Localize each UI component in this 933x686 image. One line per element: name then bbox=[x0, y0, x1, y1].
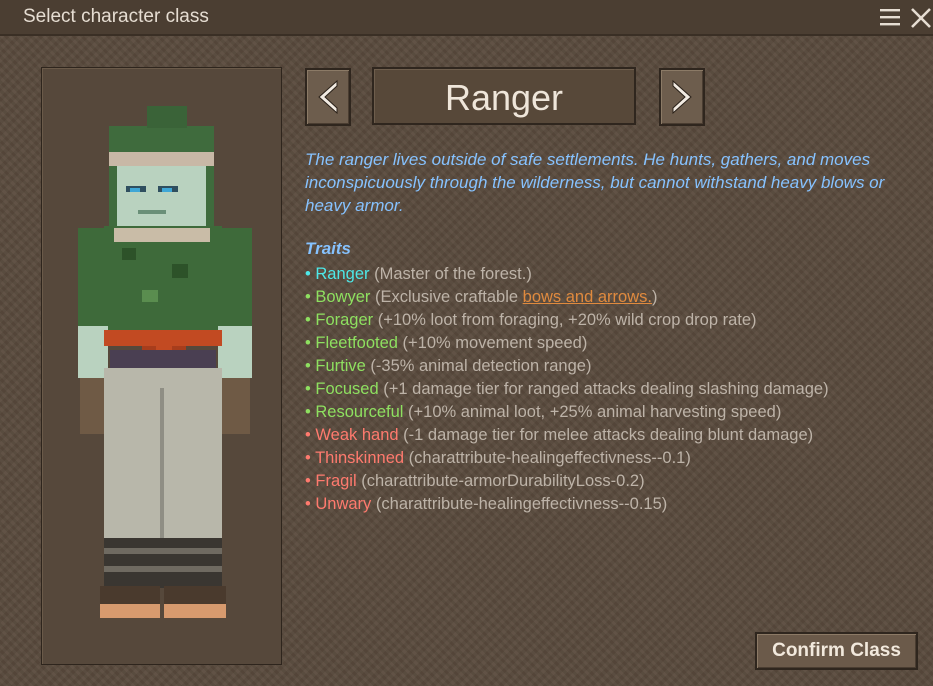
trait-name: • Fragil bbox=[305, 472, 357, 490]
traits-list: • Ranger (Master of the forest.) • Bowye… bbox=[305, 263, 925, 516]
next-class-button[interactable] bbox=[659, 68, 705, 126]
trait-description: (-1 damage tier for melee attacks dealin… bbox=[403, 426, 814, 444]
trait-name: • Bowyer bbox=[305, 288, 371, 306]
trait-description: (+10% movement speed) bbox=[402, 334, 588, 352]
trait-description: (charattribute-armorDurabilityLoss-0.2) bbox=[361, 472, 645, 490]
trait-item: • Fleetfooted (+10% movement speed) bbox=[305, 332, 925, 355]
trait-description: (Exclusive craftable bows and arrows.) bbox=[375, 288, 658, 306]
chevron-right-icon bbox=[672, 79, 692, 115]
chevron-left-icon bbox=[318, 79, 338, 115]
trait-description: (Master of the forest.) bbox=[374, 265, 532, 283]
trait-item: • Bowyer (Exclusive craftable bows and a… bbox=[305, 286, 925, 309]
trait-name: • Focused bbox=[305, 380, 379, 398]
close-icon[interactable] bbox=[910, 7, 932, 29]
trait-name: • Weak hand bbox=[305, 426, 399, 444]
trait-name: • Unwary bbox=[305, 495, 372, 513]
trait-description: (charattribute-healingeffectivness--0.1) bbox=[408, 449, 691, 467]
trait-name: • Thinskinned bbox=[305, 449, 405, 467]
trait-item: • Ranger (Master of the forest.) bbox=[305, 263, 925, 286]
trait-item: • Resourceful (+10% animal loot, +25% an… bbox=[305, 401, 925, 424]
hamburger-menu-icon[interactable] bbox=[880, 8, 900, 26]
class-name-box: Ranger bbox=[372, 67, 636, 125]
character-model-image bbox=[78, 106, 252, 618]
trait-description: (charattribute-healingeffectivness--0.15… bbox=[375, 495, 668, 513]
trait-description: (+10% animal loot, +25% animal harvestin… bbox=[408, 403, 782, 421]
trait-name: • Resourceful bbox=[305, 403, 404, 421]
dialog-title: Select character class bbox=[23, 6, 209, 27]
trait-name: • Ranger bbox=[305, 265, 370, 283]
trait-item: • Thinskinned (charattribute-healingeffe… bbox=[305, 447, 925, 470]
class-name: Ranger bbox=[444, 77, 564, 118]
character-class-dialog: Select character class Ranger The ranger… bbox=[0, 0, 933, 686]
trait-item: • Unwary (charattribute-healingeffectivn… bbox=[305, 493, 925, 516]
title-bar[interactable]: Select character class bbox=[0, 0, 933, 36]
trait-description: (+10% loot from foraging, +20% wild crop… bbox=[377, 311, 757, 329]
trait-name: • Furtive bbox=[305, 357, 366, 375]
traits-heading: Traits bbox=[305, 239, 351, 258]
trait-name: • Fleetfooted bbox=[305, 334, 398, 352]
trait-item: • Furtive (-35% animal detection range) bbox=[305, 355, 925, 378]
trait-item: • Focused (+1 damage tier for ranged att… bbox=[305, 378, 925, 401]
trait-description: (+1 damage tier for ranged attacks deali… bbox=[383, 380, 829, 398]
class-description: The ranger lives outside of safe settlem… bbox=[305, 150, 885, 215]
trait-item: • Weak hand (-1 damage tier for melee at… bbox=[305, 424, 925, 447]
previous-class-button[interactable] bbox=[305, 68, 351, 126]
trait-name: • Forager bbox=[305, 311, 374, 329]
trait-item: • Fragil (charattribute-armorDurabilityL… bbox=[305, 470, 925, 493]
trait-description: (-35% animal detection range) bbox=[370, 357, 592, 375]
confirm-class-button[interactable]: Confirm Class bbox=[755, 632, 918, 670]
character-preview[interactable] bbox=[41, 67, 282, 665]
bows-and-arrows-link[interactable]: bows and arrows. bbox=[523, 288, 652, 306]
trait-item: • Forager (+10% loot from foraging, +20%… bbox=[305, 309, 925, 332]
